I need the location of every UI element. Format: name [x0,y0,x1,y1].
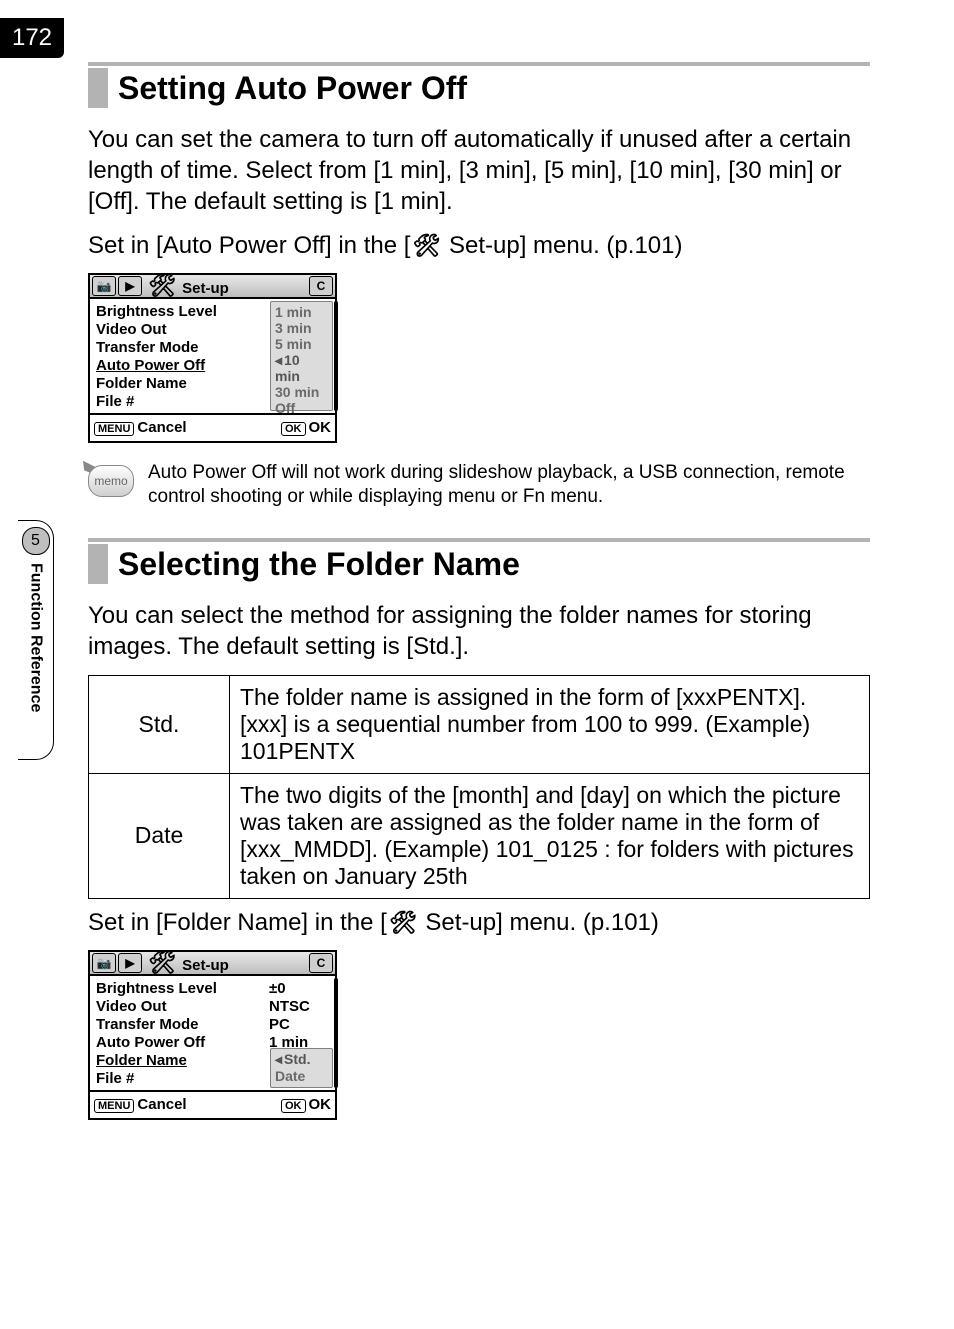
camera-tab-icon: 📷 [92,953,116,973]
menu-key-chip: MENU [94,422,134,436]
menu-item: Transfer Mode [96,1016,265,1033]
setup-tool-icon: 🛠 [148,273,176,299]
caret-left-icon: ◂ [275,1051,282,1067]
body-text: You can select the method for assigning … [88,600,870,662]
menu-tabbar: 📷 ▶ 🛠 Set-up C [90,275,335,299]
playback-tab-icon: ▶ [118,276,142,296]
option-selected: ◂Std. [275,1051,328,1067]
section-heading-auto-power-off: Setting Auto Power Off [88,68,870,108]
camera-tab-icon: 📷 [92,276,116,296]
setup-tool-icon: 🛠 [148,950,176,976]
table-cell-name: Std. [89,675,230,773]
table-cell-desc: The folder name is assigned in the form … [230,675,870,773]
table-row: Date The two digits of the [month] and [… [89,773,870,898]
chapter-side-tab: 5 Function Reference [18,520,54,760]
heading: Setting Auto Power Off [118,70,467,107]
chapter-number: 5 [22,527,50,555]
menu-item: Video Out [96,998,265,1015]
setup-menu-auto-power-off: 📷 ▶ 🛠 Set-up C Brightness Level Video Ou… [88,273,337,443]
menu-key-chip: MENU [94,1099,134,1113]
folder-name-table: Std. The folder name is assigned in the … [88,675,870,899]
memo-icon: memo [88,465,134,497]
cancel-label: Cancel [137,419,186,436]
option: 3 min [275,320,328,336]
option: 30 min [275,384,328,400]
custom-tab-icon: C [309,276,333,296]
heading: Selecting the Folder Name [118,546,520,583]
option: Off [275,400,328,416]
caret-left-icon: ◂ [275,352,282,368]
ok-label: OK [309,1096,332,1113]
body-text: You can set the camera to turn off autom… [88,124,870,218]
ok-label: OK [309,419,332,436]
menu-item-value: PC [265,1016,329,1033]
ok-key-chip: OK [281,1099,306,1113]
setup-tool-icon: 🛠 [412,232,440,261]
menu-item-value: NTSC [265,998,329,1015]
body-text: Set in [Auto Power Off] in the [🛠 Set-up… [88,230,870,261]
setup-tool-icon: 🛠 [389,909,417,938]
table-cell-desc: The two digits of the [month] and [day] … [230,773,870,898]
page-number: 172 [0,18,64,58]
menu-tabbar: 📷 ▶ 🛠 Set-up C [90,952,335,976]
setup-menu-folder-name: 📷 ▶ 🛠 Set-up C Brightness Level±0 Video … [88,950,337,1120]
scrollbar [334,301,338,411]
scrollbar [334,978,338,1088]
cancel-label: Cancel [137,1096,186,1113]
menu-title: Set-up [182,280,229,297]
option: 5 min [275,336,328,352]
body-text: Set in [Folder Name] in the [🛠 Set-up] m… [88,907,870,938]
options-popup: 1 min 3 min 5 min ◂10 min 30 min Off [270,301,333,411]
option-selected: ◂10 min [275,352,328,384]
table-row: Std. The folder name is assigned in the … [89,675,870,773]
option: Date [275,1068,328,1084]
ok-key-chip: OK [281,422,306,436]
menu-item: Brightness Level [96,980,265,997]
custom-tab-icon: C [309,953,333,973]
memo-text: Auto Power Off will not work during slid… [148,461,870,510]
section-heading-folder-name: Selecting the Folder Name [88,544,870,584]
options-popup: ◂Std. Date [270,1048,333,1088]
menu-item-value: ±0 [265,980,329,997]
chapter-label: Function Reference [27,563,45,712]
option: 1 min [275,304,328,320]
menu-item: Auto Power Off [96,1034,265,1051]
table-cell-name: Date [89,773,230,898]
playback-tab-icon: ▶ [118,953,142,973]
menu-title: Set-up [182,957,229,974]
